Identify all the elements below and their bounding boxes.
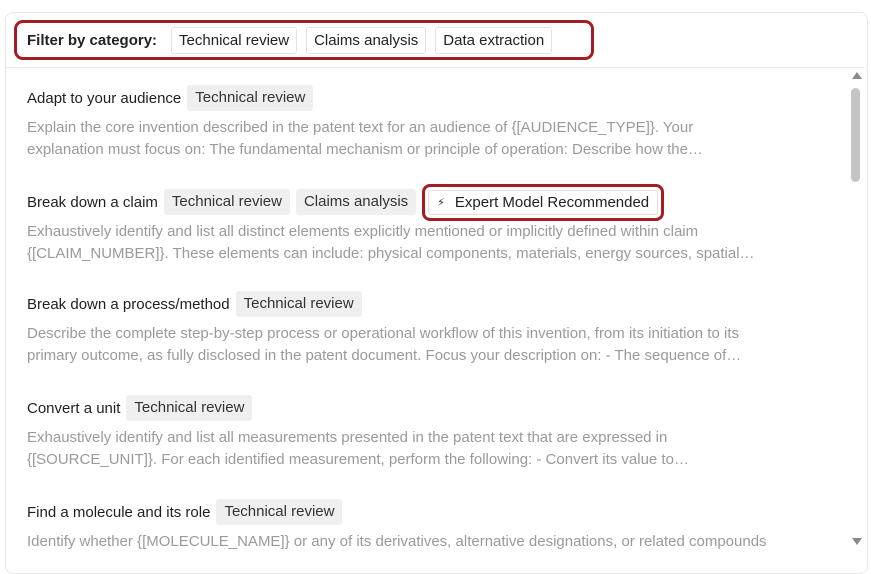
item-title: Convert a unit [27, 399, 121, 417]
item-title: Find a molecule and its role [27, 503, 211, 521]
description-line: {[SOURCE_UNIT]}. For each identified mea… [27, 451, 689, 468]
filter-chip-technical-review[interactable]: Technical review [171, 26, 298, 54]
description-line: Exhaustively identify and list all measu… [27, 429, 668, 446]
description-line: explanation must focus on: The fundament… [27, 141, 703, 158]
list-item[interactable]: Adapt to your audience Technical review … [27, 84, 827, 161]
expert-badge-label: Expert Model Recommended [454, 193, 650, 211]
description-line: Explain the core invention described in … [27, 119, 694, 136]
expert-model-badge: ⚡︎ Expert Model Recommended [428, 189, 659, 215]
vertical-scrollbar[interactable] [848, 70, 864, 550]
list-item[interactable]: Break down a process/method Technical re… [27, 290, 827, 367]
item-title: Adapt to your audience [27, 89, 182, 107]
description-line: primary outcome, as fully disclosed in t… [27, 347, 742, 364]
list-item[interactable]: Break down a claim Technical review Clai… [27, 182, 827, 265]
category-tag: Claims analysis [295, 189, 417, 215]
description-line: Describe the complete step-by-step proce… [27, 325, 739, 342]
description-line: Exhaustively identify and list all disti… [27, 223, 699, 240]
item-description: Exhaustively identify and list all disti… [27, 221, 827, 265]
item-title: Break down a claim [27, 193, 158, 211]
description-line: {[CLAIM_NUMBER]}. These elements can inc… [27, 245, 755, 262]
header-divider [6, 67, 865, 68]
list-item[interactable]: Find a molecule and its role Technical r… [27, 498, 827, 561]
description-line: Identify whether {[MOLECULE_NAME]} or an… [27, 533, 767, 550]
expert-badge-highlight: ⚡︎ Expert Model Recommended [422, 183, 665, 221]
item-description: Exhaustively identify and list all measu… [27, 427, 827, 471]
filter-chip-claims-analysis[interactable]: Claims analysis [306, 26, 427, 54]
lightning-icon: ⚡︎ [437, 196, 445, 209]
item-description: Explain the core invention described in … [27, 117, 827, 161]
list-item[interactable]: Convert a unit Technical review Exhausti… [27, 394, 827, 471]
category-tag: Technical review [216, 499, 343, 525]
category-tag: Technical review [126, 395, 253, 421]
category-tag: Technical review [187, 85, 314, 111]
filter-label: Filter by category: [27, 31, 158, 49]
item-title: Break down a process/method [27, 295, 230, 313]
filter-chip-data-extraction[interactable]: Data extraction [435, 26, 553, 54]
scroll-up-arrow-icon[interactable] [852, 72, 862, 79]
item-description: Identify whether {[MOLECULE_NAME]} or an… [27, 531, 827, 561]
scrollbar-thumb[interactable] [851, 88, 860, 182]
item-description: Describe the complete step-by-step proce… [27, 323, 827, 367]
category-tag: Technical review [163, 189, 290, 215]
scroll-down-arrow-icon[interactable] [852, 538, 862, 545]
category-tag: Technical review [235, 291, 362, 317]
category-filter-bar: Filter by category: Technical review Cla… [14, 20, 594, 60]
